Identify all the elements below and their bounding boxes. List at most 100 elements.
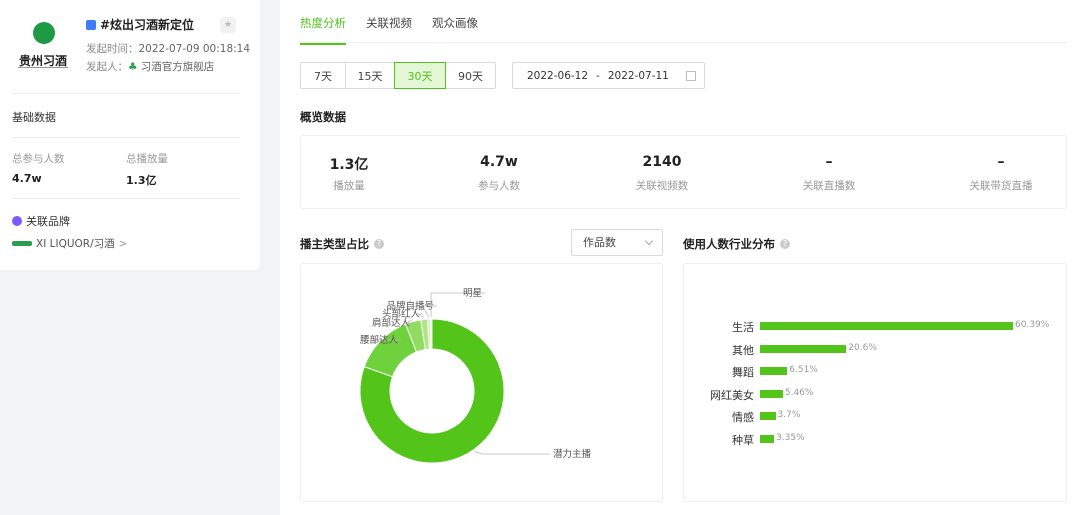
initiator-label: 发起人： <box>86 61 128 73</box>
bar-row[interactable]: 种草 3.35% <box>684 432 1080 447</box>
overview-card: 1.3亿 播放量 4.7w 参与人数 2140 关联视频数 – 关联直播数 – … <box>300 135 1067 209</box>
start-time-label: 发起时间： <box>86 43 139 55</box>
stat-label: 关联带货直播 <box>969 180 1033 192</box>
plays-label: 总播放量 <box>126 153 168 165</box>
bar-value-label: 3.7% <box>777 410 801 420</box>
chevron-right-icon: > <box>118 237 128 250</box>
donut-label: 品牌自播号 <box>386 300 434 312</box>
overview-stat: 2140 关联视频数 <box>602 154 722 193</box>
range-30d-button[interactable]: 30天 <box>394 62 446 89</box>
initiator-avatar-icon: ♣ <box>128 61 138 73</box>
overview-stat: 4.7w 参与人数 <box>439 154 559 193</box>
anchor-type-title-text: 播主类型占比 <box>300 237 369 251</box>
bar-category-label: 舞蹈 <box>732 366 754 379</box>
participants-value: 4.7w <box>12 172 42 185</box>
overview-title: 概览数据 <box>300 110 346 124</box>
donut-leader-line <box>474 451 550 455</box>
bar-fill <box>760 434 775 443</box>
bar-value-label: 3.35% <box>776 432 805 443</box>
bar-category-label: 种草 <box>732 433 754 447</box>
plays-value: 1.3亿 <box>126 174 157 187</box>
bar-row[interactable]: 舞蹈 6.51% <box>684 365 1080 379</box>
bar-category-label: 情感 <box>732 411 754 424</box>
stat-value: – <box>997 154 1005 170</box>
start-time-value: 2022-07-09 00:18:14 <box>138 43 251 55</box>
bar-fill <box>760 389 783 398</box>
stat-label: 播放量 <box>333 180 365 192</box>
donut-chart: 潜力主播腰部达人肩部达人头部红人品牌自播号明星 <box>359 288 592 464</box>
brand-name: XI LIQUOR/习酒 <box>36 238 115 250</box>
divider <box>12 93 240 94</box>
industry-title-text: 使用人数行业分布 <box>683 237 775 251</box>
anchor-type-title: 播主类型占比 ? <box>300 236 384 252</box>
favorite-button[interactable]: ★ <box>220 17 236 33</box>
range-15d-button[interactable]: 15天 <box>345 62 395 89</box>
logo-mark-icon <box>33 22 55 44</box>
bar-fill <box>760 322 1013 330</box>
stat-label: 关联直播数 <box>802 180 856 192</box>
divider <box>12 137 240 138</box>
tab-heat-analysis[interactable]: 热度分析 <box>300 15 346 45</box>
end-date: 2022-07-11 <box>607 69 669 82</box>
metric-select[interactable]: 作品数 <box>571 229 663 256</box>
bar-fill <box>760 344 847 353</box>
industry-panel: 生活 60.39% 其他 20.6% 舞蹈 6.51% 网红美女 5.46% 情感 3.7% 种草 3… <box>683 263 1067 502</box>
overview-stat: – 关联带货直播 <box>941 154 1061 193</box>
tab-audience-profile[interactable]: 观众画像 <box>432 15 478 45</box>
date-range-picker[interactable]: 2022-06-12 - 2022-07-11 <box>512 62 705 89</box>
date-separator: - <box>596 69 600 82</box>
bar-row[interactable]: 其他 20.6% <box>684 342 1080 357</box>
bar-category-label: 网红美女 <box>710 388 754 402</box>
topic-title-text: #炫出习酒新定位 <box>100 18 195 32</box>
start-time-line: 发起时间：2022-07-09 00:18:14 <box>86 41 250 56</box>
topic-sidebar: 贵州习酒 #炫出习酒新定位 ★ 发起时间：2022-07-09 00:18:14… <box>0 0 260 270</box>
bar-fill <box>760 412 776 420</box>
analysis-panel: 热度分析 关联视频 观众画像 7天 15天 30天 90天 2022-06-12… <box>280 0 1080 515</box>
start-date: 2022-06-12 <box>527 69 589 82</box>
help-icon[interactable]: ? <box>374 239 384 249</box>
range-90d-button[interactable]: 90天 <box>445 62 496 89</box>
stat-label: 参与人数 <box>478 180 520 192</box>
donut-label: 腰部达人 <box>360 334 399 346</box>
help-icon[interactable]: ? <box>780 239 790 249</box>
related-brand-header: 关联品牌 <box>12 213 70 229</box>
tab-related-videos[interactable]: 关联视频 <box>366 15 412 45</box>
calendar-icon <box>686 71 696 81</box>
range-7d-button[interactable]: 7天 <box>300 62 346 89</box>
tab-divider <box>300 42 1067 43</box>
metric-select-value: 作品数 <box>583 236 616 249</box>
initiator-name[interactable]: 习酒官方旗舰店 <box>141 61 215 73</box>
donut-label: 明星 <box>463 288 482 299</box>
brand-logo: 贵州习酒 <box>12 18 74 74</box>
bar-value-label: 5.46% <box>784 387 814 398</box>
bar-category-label: 生活 <box>732 321 754 334</box>
stat-value: – <box>825 154 833 170</box>
bar-value-label: 20.6% <box>848 342 877 353</box>
donut-slice[interactable] <box>429 318 433 350</box>
participants-label: 总参与人数 <box>12 153 65 165</box>
initiator-line: 发起人：♣ 习酒官方旗舰店 <box>86 59 214 74</box>
brand-logo-icon <box>12 241 32 246</box>
hashtag-icon <box>86 19 96 30</box>
date-range-buttons: 7天 15天 30天 90天 <box>300 62 496 89</box>
industry-bar-chart: 生活 60.39% 其他 20.6% 舞蹈 6.51% 网红美女 5.46% 情感 3.7% 种草 3… <box>684 264 1066 501</box>
stat-value: 4.7w <box>480 154 518 170</box>
divider <box>12 198 240 199</box>
chevron-down-icon <box>644 236 654 246</box>
medal-icon <box>12 216 22 226</box>
bar-category-label: 其他 <box>732 343 754 357</box>
bar-value-label: 60.39% <box>1015 320 1050 330</box>
anchor-type-panel: 潜力主播 腰部达人 肩部达人 头部红人 品牌自播号 明星 <box>300 263 663 502</box>
bar-row[interactable]: 情感 3.7% <box>684 410 1080 424</box>
donut-label: 潜力主播 <box>553 448 592 460</box>
topic-title: #炫出习酒新定位 <box>86 16 194 33</box>
logo-underline <box>18 67 68 68</box>
bar-row[interactable]: 网红美女 5.46% <box>684 387 1080 402</box>
bar-row[interactable]: 生活 60.39% <box>684 320 1080 334</box>
stat-value: 1.3亿 <box>329 157 369 173</box>
bar-value-label: 6.51% <box>789 365 818 375</box>
bar-fill <box>760 367 788 375</box>
related-brand-link[interactable]: XI LIQUOR/习酒 > <box>12 236 127 251</box>
overview-stat: – 关联直播数 <box>769 154 889 193</box>
related-brand-title: 关联品牌 <box>26 215 70 228</box>
